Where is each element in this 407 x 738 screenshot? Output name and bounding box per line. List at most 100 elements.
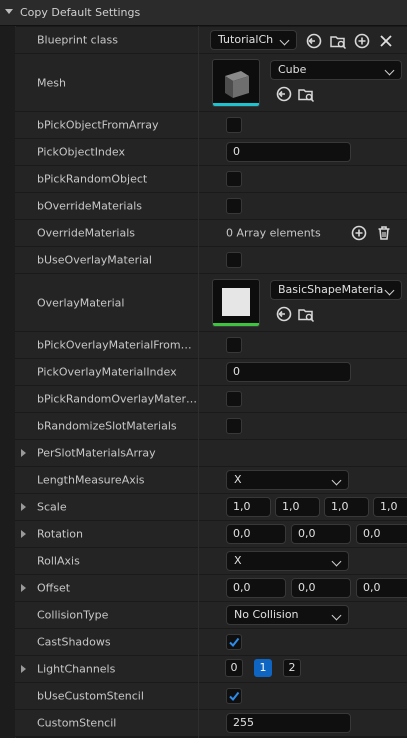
checkbox[interactable] (226, 198, 242, 214)
property-label: CustomStencil (37, 716, 117, 730)
row-override-materials-flag: bOverrideMaterials (15, 193, 407, 220)
property-label: LengthMeasureAxis (37, 473, 145, 487)
trash-icon[interactable] (375, 224, 393, 242)
checkbox[interactable] (226, 252, 242, 268)
rotation-y-field[interactable]: 0,0 (291, 524, 351, 544)
row-light-channels: LightChannels 0 1 2 (15, 656, 407, 683)
browse-asset-icon[interactable] (297, 305, 315, 323)
indent-gutter (0, 26, 16, 738)
row-per-slot[interactable]: PerSlotMaterialsArray (15, 440, 407, 467)
section-header[interactable]: Copy Default Settings (0, 0, 407, 26)
expand-arrow-icon[interactable] (21, 530, 26, 538)
property-label: OverlayMaterial (37, 296, 125, 309)
axis-value: X (234, 473, 242, 486)
row-blueprint-class: Blueprint class TutorialCh (15, 27, 407, 54)
property-label: bPickObjectFromArray (37, 118, 159, 132)
row-pick-overlay-from-array: bPickOverlayMaterialFromArr... (15, 332, 407, 359)
use-selected-icon[interactable] (305, 32, 323, 50)
row-roll-axis: RollAxis X (15, 548, 407, 575)
channel-0-toggle[interactable]: 0 (225, 659, 243, 677)
row-pick-random-overlay: bPickRandomOverlayMaterial (15, 386, 407, 413)
collapse-arrow-icon[interactable] (5, 9, 13, 14)
row-scale: Scale 1,0 1,0 1,0 1,0 (15, 494, 407, 521)
clear-icon[interactable] (377, 32, 395, 50)
checkmark-icon (229, 637, 240, 648)
scale-y-field[interactable]: 1,0 (275, 497, 320, 517)
property-label: bUseCustomStencil (37, 689, 144, 703)
row-offset: Offset 0,0 0,0 0,0 (15, 575, 407, 602)
property-label: PerSlotMaterialsArray (37, 446, 156, 460)
number-field[interactable]: 0 (226, 142, 351, 162)
chevron-down-icon (279, 35, 290, 46)
row-custom-stencil: CustomStencil 255 (15, 710, 407, 737)
use-selected-icon[interactable] (275, 305, 293, 323)
overlay-material-combo[interactable]: BasicShapeMateria (270, 280, 402, 300)
blueprint-class-value: TutorialCh (218, 33, 274, 46)
channel-2-toggle[interactable]: 2 (283, 659, 301, 677)
checkbox[interactable] (226, 171, 242, 187)
offset-z-field[interactable]: 0,0 (356, 578, 407, 598)
checkbox[interactable] (226, 391, 242, 407)
blueprint-class-combo[interactable]: TutorialCh (210, 30, 297, 50)
use-selected-icon[interactable] (275, 85, 293, 103)
property-label: CollisionType (37, 608, 109, 622)
scale-z-field[interactable]: 1,0 (324, 497, 369, 517)
number-field[interactable]: 255 (226, 713, 351, 733)
property-label: PickOverlayMaterialIndex (37, 365, 177, 379)
section-title: Copy Default Settings (20, 6, 141, 19)
axis-combo[interactable]: X (226, 470, 349, 490)
property-label: RollAxis (37, 554, 80, 568)
rotation-x-field[interactable]: 0,0 (226, 524, 286, 544)
roll-axis-combo[interactable]: X (226, 551, 349, 571)
mesh-thumbnail[interactable] (212, 59, 260, 107)
checkbox-checked[interactable] (226, 688, 242, 704)
browse-asset-icon[interactable] (297, 85, 315, 103)
cube-thumbnail-icon (213, 71, 259, 106)
overlay-material-value: BasicShapeMateria (278, 283, 384, 296)
property-label: bUseOverlayMaterial (37, 253, 152, 267)
offset-y-field[interactable]: 0,0 (291, 578, 351, 598)
offset-x-field[interactable]: 0,0 (226, 578, 286, 598)
channel-1-toggle[interactable]: 1 (254, 659, 272, 677)
checkbox-checked[interactable] (226, 634, 242, 650)
row-pick-overlay-index: PickOverlayMaterialIndex 0 (15, 359, 407, 386)
chevron-down-icon (331, 556, 342, 567)
scale-w-field[interactable]: 1,0 (373, 497, 407, 517)
property-label: OverrideMaterials (37, 226, 136, 240)
property-label: Rotation (37, 527, 84, 541)
scale-x-field[interactable]: 1,0 (226, 497, 271, 517)
property-label: LightChannels (37, 662, 116, 676)
mesh-combo[interactable]: Cube (270, 60, 402, 80)
collision-combo[interactable]: No Collision (226, 605, 349, 625)
mesh-value: Cube (278, 63, 307, 76)
chevron-down-icon (384, 65, 395, 76)
row-rotation: Rotation 0,0 0,0 0,0 (15, 521, 407, 548)
property-label: PickObjectIndex (37, 145, 125, 159)
property-label: bPickRandomObject (37, 172, 148, 186)
row-pick-object-from-array: bPickObjectFromArray (15, 112, 407, 139)
add-element-icon[interactable] (350, 224, 368, 242)
rotation-z-field[interactable]: 0,0 (356, 524, 407, 544)
expand-arrow-icon[interactable] (21, 665, 26, 673)
expand-arrow-icon[interactable] (21, 584, 26, 592)
row-mesh: Mesh Cube (15, 54, 407, 112)
column-divider[interactable] (198, 26, 199, 738)
row-use-custom-stencil: bUseCustomStencil (15, 683, 407, 710)
expand-arrow-icon[interactable] (21, 503, 26, 511)
checkmark-icon (229, 691, 240, 702)
row-override-materials: OverrideMaterials 0 Array elements (15, 220, 407, 247)
row-pick-random-object: bPickRandomObject (15, 166, 407, 193)
add-icon[interactable] (353, 32, 371, 50)
row-cast-shadows: CastShadows (15, 629, 407, 656)
checkbox[interactable] (226, 117, 242, 133)
checkbox[interactable] (226, 418, 242, 434)
property-label: bRandomizeSlotMaterials (37, 419, 177, 433)
number-field[interactable]: 0 (226, 362, 351, 382)
expand-arrow-icon[interactable] (21, 449, 26, 457)
chevron-down-icon (331, 475, 342, 486)
roll-axis-value: X (234, 554, 242, 567)
checkbox[interactable] (226, 337, 242, 353)
browse-asset-icon[interactable] (329, 32, 347, 50)
material-thumbnail[interactable] (212, 279, 260, 327)
property-label: Offset (37, 581, 71, 595)
